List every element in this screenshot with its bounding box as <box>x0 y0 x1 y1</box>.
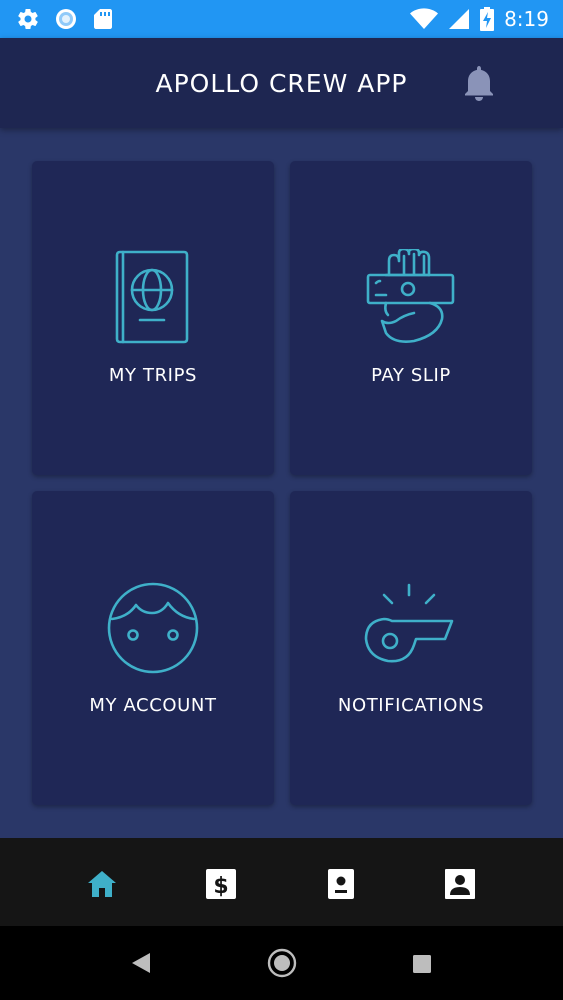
nav-home[interactable] <box>80 862 124 906</box>
nav-pay[interactable]: $ <box>199 862 243 906</box>
tile-pay-slip[interactable]: PAY SLIP <box>290 161 532 475</box>
tile-my-account[interactable]: MY ACCOUNT <box>32 491 274 805</box>
tile-label: MY ACCOUNT <box>89 695 217 716</box>
status-bar: 8:19 <box>0 0 563 38</box>
nav-trips[interactable] <box>319 862 363 906</box>
tile-notifications[interactable]: NOTIFICATIONS <box>290 491 532 805</box>
recents-button[interactable] <box>412 954 432 974</box>
bell-icon[interactable] <box>463 66 495 102</box>
status-left-icons <box>0 7 114 31</box>
signal-icon <box>449 9 470 29</box>
battery-charging-icon <box>480 7 495 31</box>
status-time: 8:19 <box>504 7 549 31</box>
whistle-icon <box>364 583 454 663</box>
tile-label: MY TRIPS <box>108 365 198 386</box>
tile-my-trips[interactable]: MY TRIPS <box>32 161 274 475</box>
app-header: APOLLO CREW APP <box>0 38 563 128</box>
dollar-icon: $ <box>206 869 236 899</box>
system-nav-bar <box>0 926 563 1000</box>
tile-label: PAY SLIP <box>371 365 451 386</box>
back-button[interactable] <box>130 952 152 974</box>
contact-icon <box>445 869 475 899</box>
nav-account[interactable] <box>438 862 482 906</box>
status-right-icons: 8:19 <box>410 0 549 38</box>
wifi-icon <box>410 8 439 29</box>
face-icon <box>107 582 199 674</box>
passport-icon <box>115 250 189 344</box>
home-icon <box>88 871 116 897</box>
sync-icon <box>56 9 76 29</box>
tile-label: NOTIFICATIONS <box>337 695 485 716</box>
svg-text:$: $ <box>213 874 228 899</box>
sd-card-icon <box>94 9 112 29</box>
bottom-nav: $ <box>0 838 563 926</box>
home-button[interactable] <box>267 948 297 978</box>
settings-icon <box>18 9 38 30</box>
hand-money-icon <box>366 249 455 343</box>
id-card-icon <box>328 869 354 899</box>
